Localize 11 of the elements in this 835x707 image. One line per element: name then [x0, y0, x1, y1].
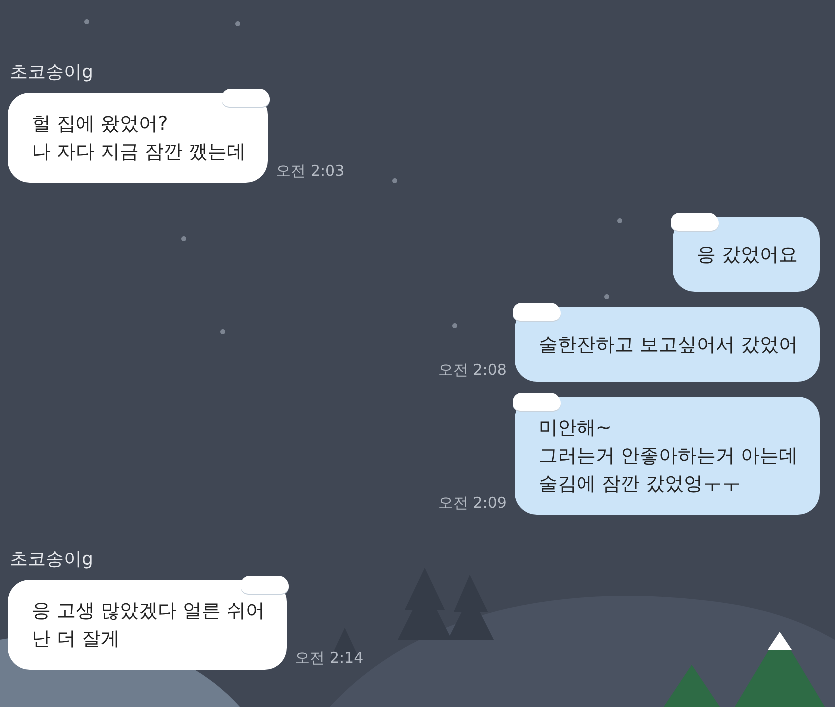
- message-time: 오전 2:08: [438, 361, 507, 380]
- message-time: 오전 2:09: [438, 494, 507, 513]
- snow-cap-drawing: [512, 303, 561, 321]
- message-time: 오전 2:03: [276, 162, 345, 181]
- snow-cap-drawing: [512, 393, 561, 411]
- snow-cap-drawing: [670, 213, 719, 231]
- message-time: 오전 2:14: [295, 649, 364, 668]
- snow-cap-drawing: [222, 89, 270, 107]
- snow-cap-drawing: [241, 576, 290, 594]
- sender-name: 초코송이g: [10, 62, 94, 84]
- sender-name: 초코송이g: [10, 549, 94, 571]
